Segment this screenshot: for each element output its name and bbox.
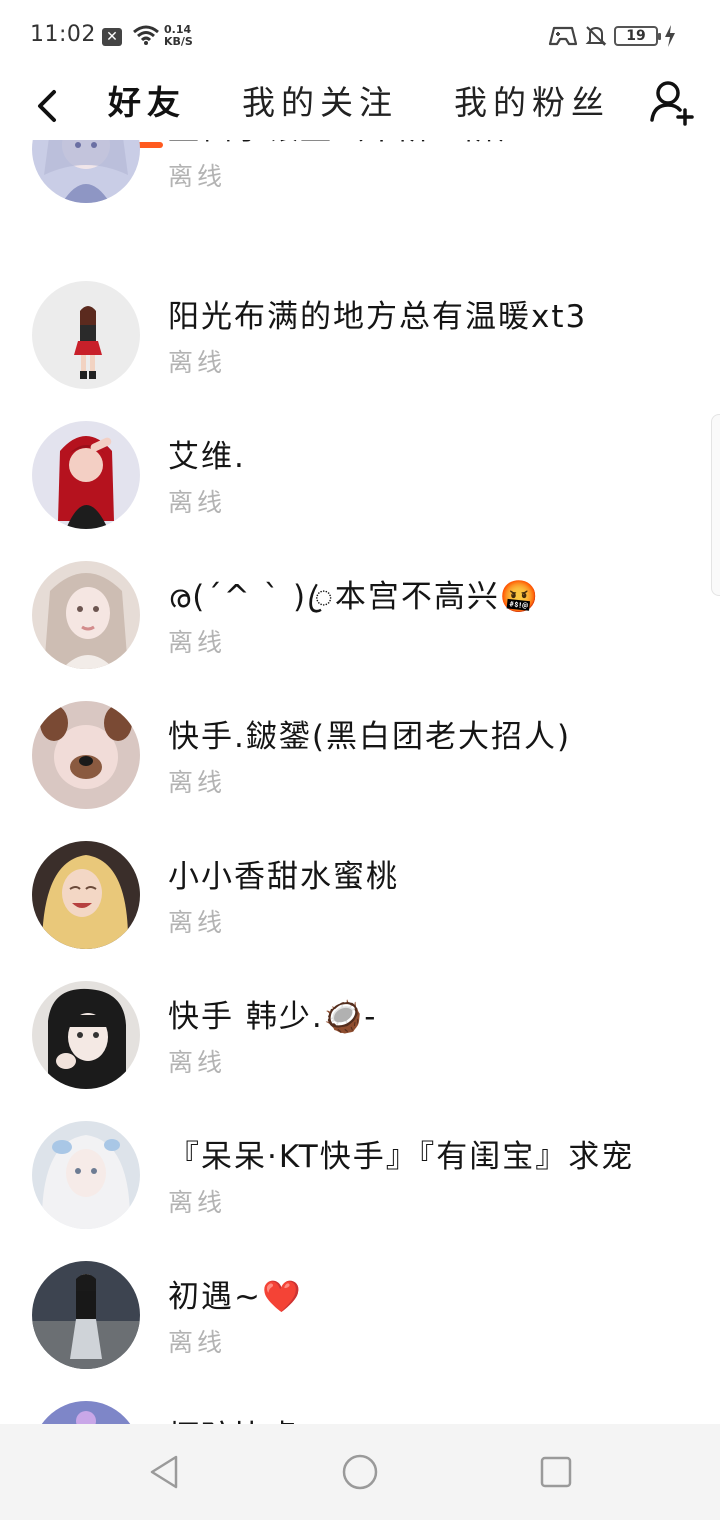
avatar[interactable]	[32, 1401, 140, 1424]
friend-name: 坏孩比虚	[168, 1411, 300, 1424]
avatar[interactable]	[32, 701, 140, 809]
friend-row[interactable]: 坏孩比虚 离线	[0, 1401, 720, 1424]
circle-home-icon	[342, 1454, 378, 1490]
top-navigation: 好友 我的关注 我的粉丝	[0, 70, 720, 150]
square-recents-icon	[540, 1456, 572, 1488]
friend-row[interactable]: ര(´^ ` )ꦿ本宫不高兴🤬 离线	[0, 561, 720, 701]
system-navigation-bar	[0, 1424, 720, 1520]
friend-status: 离线	[168, 348, 227, 377]
friend-status: 离线	[168, 1188, 227, 1217]
chevron-left-icon	[38, 90, 56, 122]
add-user-icon	[650, 81, 694, 126]
avatar[interactable]	[32, 140, 140, 203]
avatar[interactable]	[32, 841, 140, 949]
friend-name: 初遇~❤️	[168, 1279, 303, 1315]
friend-row[interactable]: 初遇~❤️ 离线	[0, 1261, 720, 1401]
triangle-back-icon	[150, 1455, 178, 1489]
nav-recents-button[interactable]	[536, 1452, 576, 1492]
add-friend-button[interactable]	[648, 78, 694, 128]
friend-row[interactable]: 尘仙子银尘（十阶三阶） 离线	[0, 140, 720, 235]
friend-status: 离线	[168, 768, 227, 797]
friend-name: 快手 韩少.🥥-	[168, 999, 378, 1035]
friend-name: 『呆呆·KT快手』『有闺宝』求宠	[168, 1139, 635, 1175]
tab-friends[interactable]: 好友	[108, 76, 186, 124]
friend-row[interactable]: 艾维. 离线	[0, 421, 720, 561]
friend-status: 离线	[168, 1048, 227, 1077]
scroll-handle[interactable]	[711, 414, 720, 596]
wifi-icon	[132, 24, 160, 50]
friend-name: 艾维.	[168, 439, 246, 475]
friend-row[interactable]: 快手 韩少.🥥- 离线	[0, 981, 720, 1121]
friend-status: 离线	[168, 908, 227, 937]
notification-x-icon: ✕	[102, 28, 122, 46]
net-speed: 0.14 KB/S	[164, 24, 193, 48]
friend-row[interactable]: 小小香甜水蜜桃 离线	[0, 841, 720, 981]
friend-status: 离线	[168, 628, 227, 657]
friend-name: 阳光布满的地方总有温暖xt3	[168, 299, 588, 335]
friend-status: 离线	[168, 162, 227, 191]
friend-name: 小小香甜水蜜桃	[168, 859, 399, 895]
avatar[interactable]	[32, 1261, 140, 1369]
battery-indicator: 19	[614, 26, 661, 46]
friend-status: 离线	[168, 1328, 227, 1357]
status-time: 11:02	[30, 22, 96, 47]
friend-row[interactable]: 快手.𨨏𨭉(黑白团老大招人) 离线	[0, 701, 720, 841]
nav-back-button[interactable]	[146, 1452, 186, 1492]
tab-followers[interactable]: 我的粉丝	[454, 76, 610, 124]
avatar[interactable]	[32, 981, 140, 1089]
friend-row[interactable]: 阳光布满的地方总有温暖xt3 离线	[0, 281, 720, 421]
friend-list: 尘仙子银尘（十阶三阶） 离线 阳光布满的地方总有温暖xt3 离线	[0, 140, 720, 1424]
friend-row[interactable]: 『呆呆·KT快手』『有闺宝』求宠 离线	[0, 1121, 720, 1261]
avatar[interactable]	[32, 561, 140, 669]
friend-name: 尘仙子银尘（十阶三阶）	[168, 140, 531, 148]
nav-home-button[interactable]	[340, 1452, 380, 1492]
status-bar: 11:02 ✕ 0.14 KB/S 19	[0, 0, 720, 70]
gamepad-icon	[548, 24, 578, 52]
charging-bolt-icon	[664, 24, 676, 52]
net-speed-unit: KB/S	[164, 35, 193, 48]
friend-name: 快手.𨨏𨭉(黑白团老大招人)	[168, 719, 572, 755]
friend-status: 离线	[168, 488, 227, 517]
tab-following[interactable]: 我的关注	[242, 76, 398, 124]
avatar[interactable]	[32, 281, 140, 389]
avatar[interactable]	[32, 1121, 140, 1229]
mute-bell-icon	[584, 24, 608, 52]
avatar[interactable]	[32, 421, 140, 529]
back-button[interactable]	[30, 84, 70, 128]
